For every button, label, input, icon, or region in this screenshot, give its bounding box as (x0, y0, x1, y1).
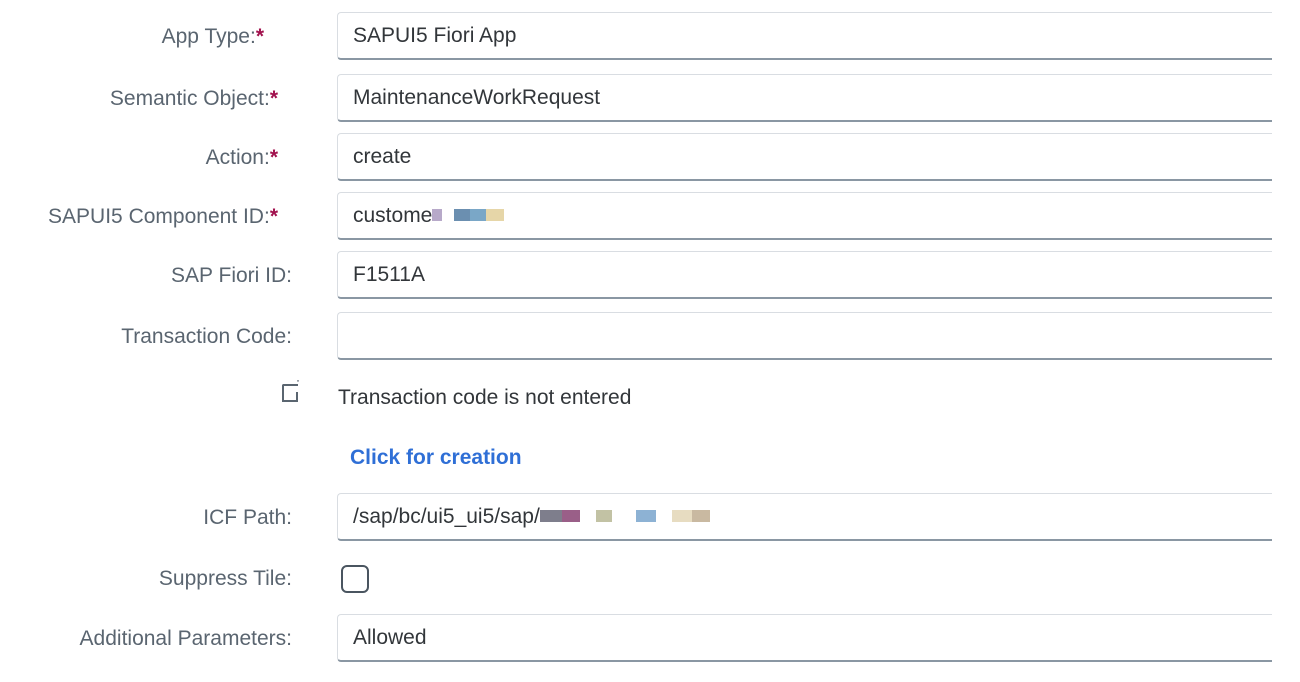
row-additional-parameters: Additional Parameters: Allowed (0, 614, 1272, 664)
icf-path-label: ICF Path: (203, 506, 292, 529)
component-id-field[interactable]: custome (337, 192, 1272, 240)
action-field[interactable]: create (337, 133, 1272, 181)
app-type-field[interactable]: SAPUI5 Fiori App (337, 12, 1272, 60)
component-id-label: SAPUI5 Component ID:* (48, 192, 278, 242)
suppress-tile-checkbox[interactable] (341, 565, 369, 593)
transaction-code-info-text: Transaction code is not entered (338, 386, 632, 409)
document-add-icon (282, 384, 298, 402)
row-suppress-tile: Suppress Tile: (0, 554, 1268, 604)
row-semantic-object: Semantic Object:* MaintenanceWorkRequest (0, 74, 1272, 124)
click-for-creation-link[interactable]: Click for creation (350, 442, 522, 474)
fiori-id-field[interactable]: F1511A (337, 251, 1272, 299)
transaction-code-label: Transaction Code: (121, 325, 292, 348)
fiori-id-label: SAP Fiori ID: (171, 264, 292, 287)
row-icf-path: ICF Path: /sap/bc/ui5_ui5/sap/ (0, 493, 1272, 543)
additional-parameters-label: Additional Parameters: (79, 627, 292, 650)
transaction-code-info: ˙ Transaction code is not entered (0, 370, 1268, 426)
required-marker: * (255, 25, 264, 48)
row-app-type: App Type:* SAPUI5 Fiori App (0, 12, 1272, 62)
required-marker: * (269, 87, 278, 110)
semantic-object-field[interactable]: MaintenanceWorkRequest (337, 74, 1272, 122)
row-action: Action:* create (0, 133, 1272, 183)
component-id-label-text: SAPUI5 Component ID: (48, 205, 270, 228)
required-marker: * (269, 205, 278, 228)
semantic-object-label-text: Semantic Object: (109, 87, 270, 110)
redacted-text (539, 510, 740, 523)
app-details-form: App Type:* SAPUI5 Fiori App Semantic Obj… (0, 0, 1300, 682)
row-transaction-code: Transaction Code: (0, 312, 1272, 362)
transaction-code-field[interactable] (337, 312, 1272, 360)
action-label: Action:* (206, 133, 278, 183)
app-type-label-text: App Type: (161, 25, 256, 48)
icf-path-value: /sap/bc/ui5_ui5/sap/ (353, 505, 540, 528)
row-component-id: SAPUI5 Component ID:* custome (0, 192, 1272, 242)
redacted-text (432, 209, 511, 222)
semantic-object-label: Semantic Object:* (110, 74, 278, 124)
icf-path-field[interactable]: /sap/bc/ui5_ui5/sap/ (337, 493, 1272, 541)
suppress-tile-label: Suppress Tile: (158, 567, 292, 590)
app-type-label: App Type:* (162, 12, 264, 62)
row-fiori-id: SAP Fiori ID: F1511A (0, 251, 1272, 301)
required-marker: * (269, 146, 278, 169)
component-id-value: custome (353, 204, 433, 227)
document-add-icon-star: ˙ (296, 378, 300, 392)
action-label-text: Action: (205, 146, 270, 169)
additional-parameters-field[interactable]: Allowed (337, 614, 1272, 662)
